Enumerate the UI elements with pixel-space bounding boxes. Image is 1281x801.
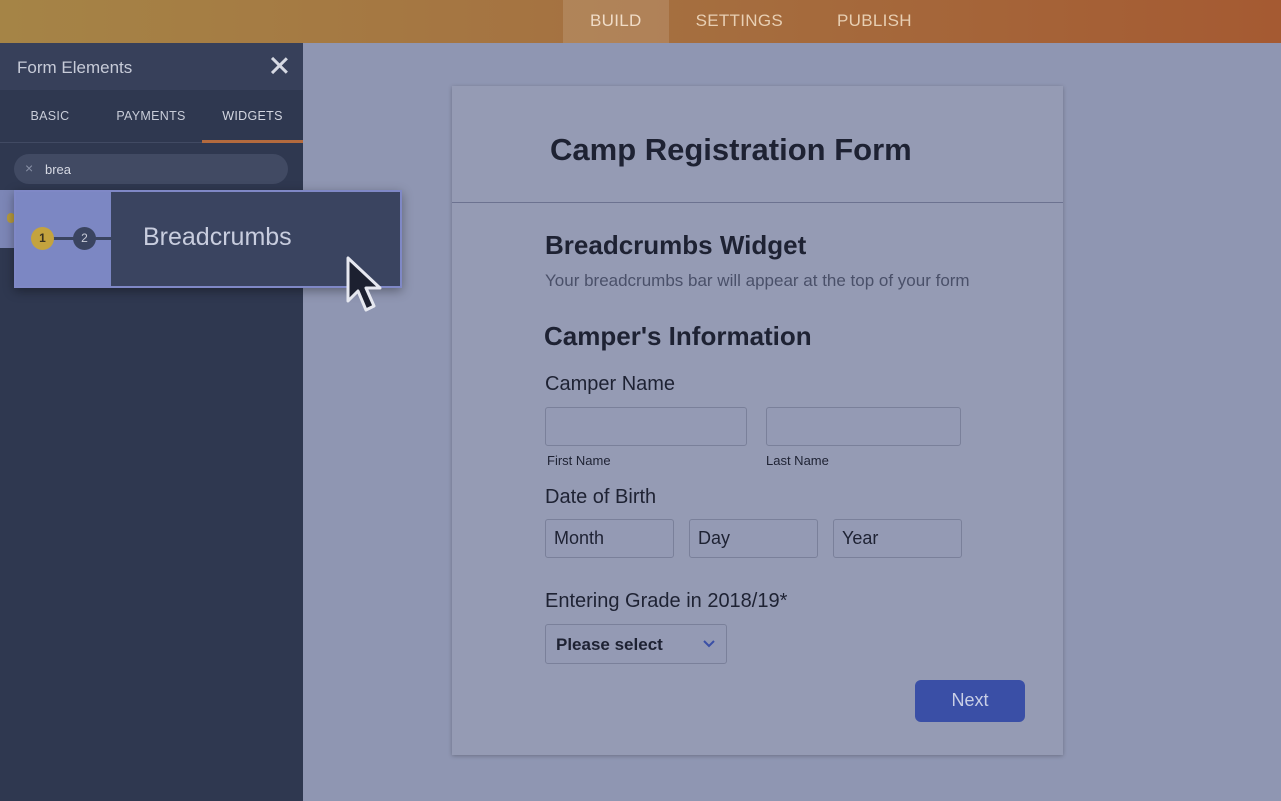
- search-input[interactable]: [45, 159, 275, 179]
- first-name-field[interactable]: [545, 407, 747, 446]
- tab-publish[interactable]: PUBLISH: [810, 0, 939, 43]
- grade-select-value: Please select: [556, 635, 663, 654]
- form-canvas: Camp Registration Form Breadcrumbs Widge…: [452, 86, 1063, 755]
- form-elements-panel: Form Elements BASIC PAYMENTS WIDGETS ×: [0, 43, 303, 801]
- form-header: Camp Registration Form: [452, 86, 1063, 203]
- camper-name-label: Camper Name: [545, 373, 676, 395]
- dob-label: Date of Birth: [545, 486, 657, 508]
- top-nav: BUILD SETTINGS PUBLISH: [563, 0, 939, 43]
- search-box: ×: [14, 154, 288, 184]
- last-name-field[interactable]: [766, 407, 961, 446]
- dob-year-field[interactable]: Year: [833, 519, 962, 558]
- panel-tabs: BASIC PAYMENTS WIDGETS: [0, 90, 303, 143]
- section-title[interactable]: Camper's Information: [544, 321, 812, 352]
- chevron-down-icon: [703, 640, 715, 648]
- tab-basic[interactable]: BASIC: [0, 90, 100, 143]
- top-bar: BUILD SETTINGS PUBLISH: [0, 0, 1281, 43]
- panel-title: Form Elements: [17, 58, 133, 77]
- last-name-sublabel: Last Name: [766, 453, 829, 468]
- first-name-sublabel: First Name: [547, 453, 611, 468]
- tab-settings[interactable]: SETTINGS: [669, 0, 810, 43]
- dob-month-field[interactable]: Month: [545, 519, 674, 558]
- mouse-pointer-icon: [346, 256, 382, 312]
- next-button[interactable]: Next: [915, 680, 1025, 722]
- tab-build[interactable]: BUILD: [563, 0, 669, 43]
- grade-select[interactable]: Please select: [545, 624, 727, 664]
- panel-header: Form Elements: [0, 43, 303, 90]
- breadcrumbs-preview-icon: 1 2: [16, 192, 111, 286]
- tab-payments[interactable]: PAYMENTS: [100, 90, 202, 143]
- grade-label: Entering Grade in 2018/19*: [545, 590, 788, 612]
- clear-search-icon[interactable]: ×: [25, 160, 33, 176]
- tab-widgets[interactable]: WIDGETS: [202, 90, 303, 143]
- form-title[interactable]: Camp Registration Form: [550, 132, 912, 168]
- dob-day-field[interactable]: Day: [689, 519, 818, 558]
- breadcrumb-step-2: 2: [73, 227, 96, 250]
- breadcrumbs-widget-drag-item[interactable]: 1 2 Breadcrumbs: [14, 190, 402, 288]
- drag-item-label: Breadcrumbs: [143, 223, 292, 251]
- close-icon[interactable]: [270, 56, 288, 74]
- breadcrumbs-widget-subtitle: Your breadcrumbs bar will appear at the …: [545, 271, 970, 290]
- breadcrumb-step-1: 1: [31, 227, 54, 250]
- breadcrumbs-widget-title[interactable]: Breadcrumbs Widget: [545, 230, 806, 261]
